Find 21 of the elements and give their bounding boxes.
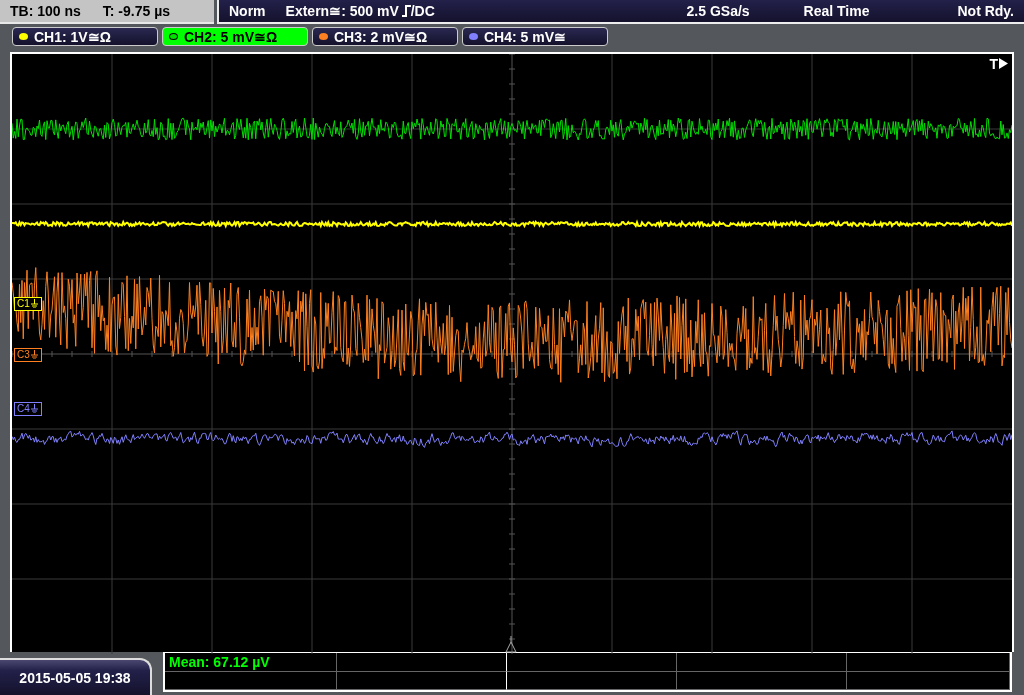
trigger-marker: T <box>989 55 998 72</box>
channel-tab[interactable]: CH2: 5 mV≅Ω <box>162 27 308 47</box>
trigger-source: Extern≅: 500 mV <box>285 2 399 19</box>
channel-tab[interactable]: CH1: 1V≅Ω <box>12 27 158 47</box>
marker-label: C4 <box>17 403 30 415</box>
play-icon <box>999 58 1008 70</box>
trigger-time: T: -9.75 µs <box>102 2 171 19</box>
acquisition-mode: Real Time <box>803 2 870 19</box>
trigger-coupling: /DC <box>410 2 435 19</box>
rising-edge-icon <box>401 4 411 17</box>
channel-tab[interactable]: CH4: 5 mV≅ <box>462 27 608 47</box>
measurement-value: Mean: 67.12 µV <box>169 653 270 670</box>
channel-tab[interactable]: CH3: 2 mV≅Ω <box>312 27 458 47</box>
timebase: TB: 100 ns <box>10 2 81 19</box>
marker-label: C3 <box>17 349 30 361</box>
marker-label: C1 <box>17 298 30 310</box>
sample-rate: 2.5 GSa/s <box>686 2 750 19</box>
acquisition-status: Not Rdy. <box>957 2 1014 19</box>
trigger-position-icon <box>505 635 517 653</box>
date-time: 2015-05-05 19:38 <box>19 669 131 686</box>
trigger-mode: Norm <box>229 2 266 19</box>
